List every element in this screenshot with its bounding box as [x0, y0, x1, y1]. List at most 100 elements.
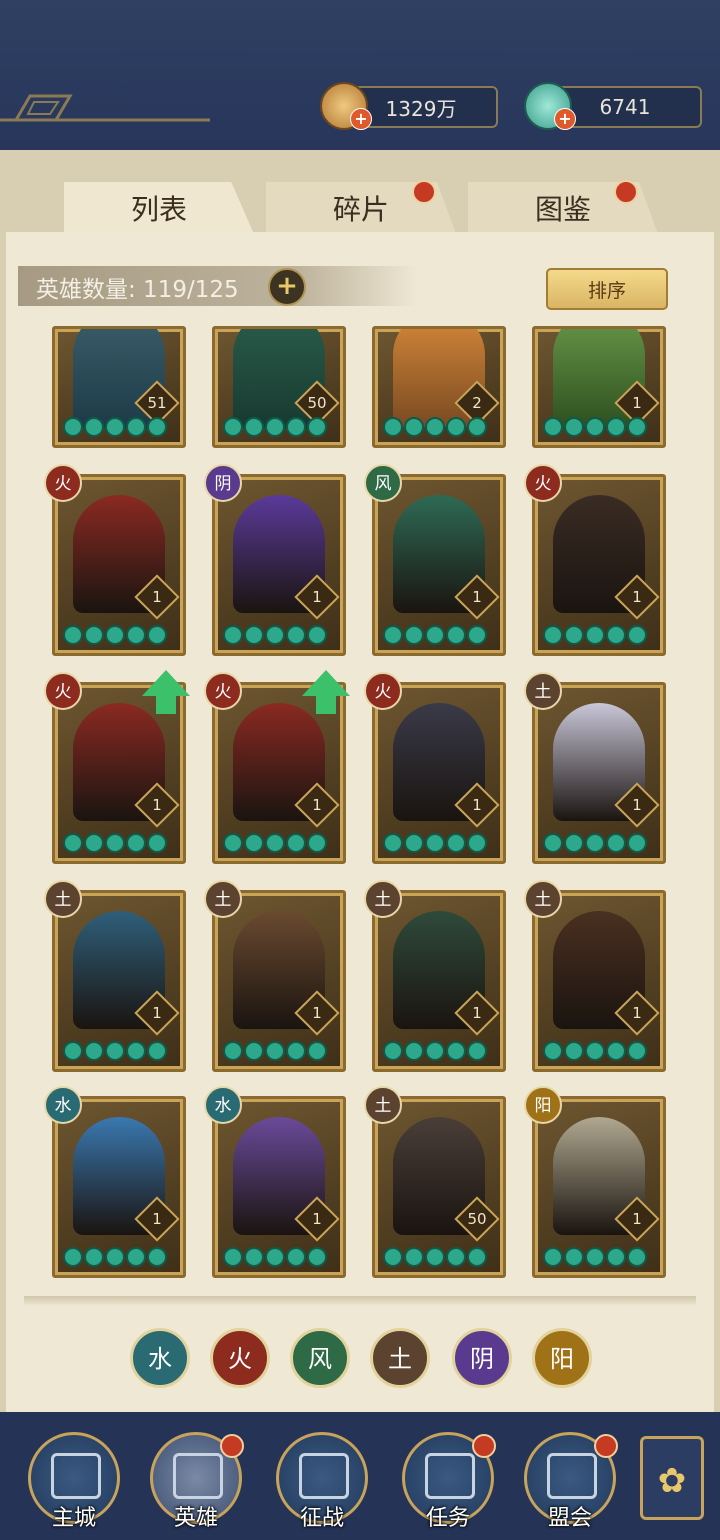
star-icon: [564, 833, 584, 853]
star-icon: [404, 1041, 424, 1061]
level-value: 2: [472, 394, 482, 412]
filter-wind-button[interactable]: 风: [290, 1328, 350, 1388]
element-badge: 土: [44, 880, 82, 918]
hero-card[interactable]: 1: [532, 474, 666, 656]
nav-icon: [425, 1453, 475, 1499]
star-icon: [84, 1041, 104, 1061]
star-icon: [543, 833, 563, 853]
element-badge: 水: [204, 1086, 242, 1124]
star-row: [543, 417, 647, 439]
star-icon: [84, 833, 104, 853]
add-copper-button[interactable]: +: [350, 108, 372, 130]
star-icon: [564, 1247, 584, 1267]
star-icon: [467, 1247, 487, 1267]
star-icon: [606, 625, 626, 645]
hero-card[interactable]: 1: [52, 890, 186, 1072]
level-value: 1: [632, 394, 642, 412]
hero-card[interactable]: 1: [372, 890, 506, 1072]
hero-card[interactable]: 1: [532, 326, 666, 448]
star-row: [63, 1041, 167, 1063]
nav-icon: [299, 1453, 349, 1499]
tab-list[interactable]: 列表: [64, 182, 254, 234]
star-icon: [606, 1247, 626, 1267]
hero-card[interactable]: 1: [212, 890, 346, 1072]
sort-label: 排序: [587, 279, 626, 302]
star-icon: [63, 833, 83, 853]
element-badge: 阳: [524, 1086, 562, 1124]
star-icon: [585, 1041, 605, 1061]
star-icon: [467, 833, 487, 853]
element-badge: 土: [524, 880, 562, 918]
filter-yin-button[interactable]: 阴: [452, 1328, 512, 1388]
tab-codex-label: 图鉴: [534, 193, 591, 226]
hero-card[interactable]: 1: [532, 1096, 666, 1278]
level-value: 1: [312, 796, 322, 814]
upgrade-arrow-stem: [156, 696, 176, 714]
star-icon: [84, 625, 104, 645]
menu-button[interactable]: ✿: [640, 1436, 704, 1520]
filter-water-button[interactable]: 水: [130, 1328, 190, 1388]
star-icon: [63, 1247, 83, 1267]
hero-card[interactable]: 50: [372, 1096, 506, 1278]
filter-earth-button[interactable]: 土: [370, 1328, 430, 1388]
level-value: 1: [632, 588, 642, 606]
level-value: 1: [152, 588, 162, 606]
hero-card[interactable]: 2: [372, 326, 506, 448]
nav-badge: [594, 1434, 618, 1458]
hero-card[interactable]: 1: [212, 1096, 346, 1278]
star-icon: [286, 1041, 306, 1061]
star-icon: [425, 1247, 445, 1267]
star-row: [63, 625, 167, 647]
nav-icon: [547, 1453, 597, 1499]
star-icon: [265, 1247, 285, 1267]
hero-card[interactable]: 1: [532, 682, 666, 864]
star-icon: [383, 1247, 403, 1267]
upgrade-arrow-stem: [316, 696, 336, 714]
star-icon: [543, 625, 563, 645]
hero-card[interactable]: 1: [212, 474, 346, 656]
hero-card[interactable]: 1: [372, 682, 506, 864]
element-badge: 阴: [204, 464, 242, 502]
star-icon: [126, 833, 146, 853]
filter-fire-button[interactable]: 火: [210, 1328, 270, 1388]
element-badge: 土: [204, 880, 242, 918]
codex-badge: [614, 180, 638, 204]
expand-slots-button[interactable]: +: [268, 268, 306, 306]
star-icon: [446, 1247, 466, 1267]
star-icon: [286, 1247, 306, 1267]
level-value: 1: [152, 1004, 162, 1022]
level-value: 1: [632, 796, 642, 814]
nav-badge: [472, 1434, 496, 1458]
star-icon: [223, 625, 243, 645]
hero-card[interactable]: 1: [372, 474, 506, 656]
hero-card[interactable]: 1: [52, 1096, 186, 1278]
star-row: [383, 1247, 487, 1269]
star-icon: [63, 1041, 83, 1061]
filter-yang-button[interactable]: 阳: [532, 1328, 592, 1388]
level-value: 1: [312, 588, 322, 606]
star-icon: [606, 833, 626, 853]
hero-card[interactable]: 1: [52, 474, 186, 656]
star-icon: [126, 1041, 146, 1061]
star-icon: [585, 1247, 605, 1267]
star-icon: [404, 833, 424, 853]
sort-button[interactable]: 排序: [546, 268, 668, 310]
element-badge: 土: [524, 672, 562, 710]
add-jade-button[interactable]: +: [554, 108, 576, 130]
nav-label: 英雄: [173, 1506, 218, 1531]
star-row: [543, 625, 647, 647]
star-row: [383, 833, 487, 855]
star-icon: [265, 625, 285, 645]
star-row: [63, 1247, 167, 1269]
hero-card[interactable]: 50: [212, 326, 346, 448]
nav-label: 盟会: [547, 1506, 592, 1531]
hero-card[interactable]: 1: [532, 890, 666, 1072]
star-row: [63, 833, 167, 855]
star-icon: [627, 833, 647, 853]
star-icon: [147, 833, 167, 853]
hero-card[interactable]: 51: [52, 326, 186, 448]
star-icon: [564, 1041, 584, 1061]
level-value: 1: [152, 1210, 162, 1228]
tab-list-label: 列表: [130, 193, 187, 226]
star-icon: [265, 833, 285, 853]
